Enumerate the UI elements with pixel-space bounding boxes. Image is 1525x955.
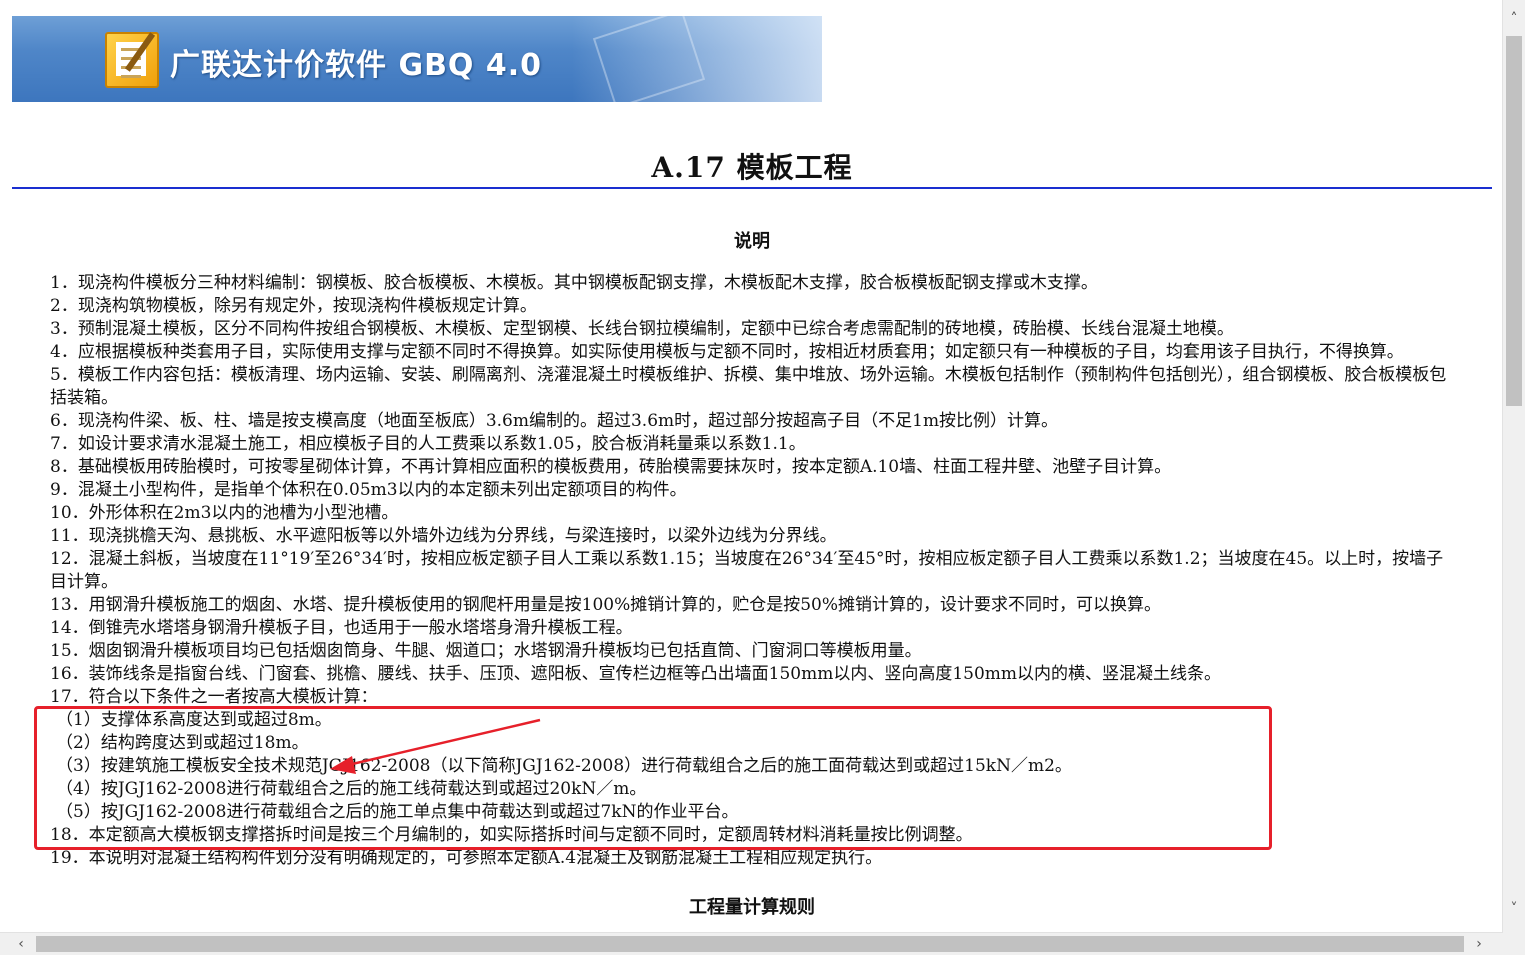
vertical-scroll-thumb[interactable]: [1506, 36, 1522, 406]
chevron-down-icon[interactable]: ˅: [1505, 900, 1523, 918]
annotation-arrow: [330, 718, 541, 774]
arrow-shaft: [347, 718, 541, 767]
horizontal-scroll-thumb[interactable]: [36, 936, 1464, 952]
arrow-head: [330, 756, 356, 774]
chevron-left-icon[interactable]: ‹: [12, 935, 30, 953]
horizontal-scrollbar[interactable]: ‹ ›: [0, 932, 1503, 955]
scrollbar-corner: [1503, 933, 1525, 955]
vertical-scrollbar[interactable]: ˄ ˅: [1502, 0, 1525, 933]
chevron-right-icon[interactable]: ›: [1470, 935, 1488, 953]
chevron-up-icon[interactable]: ˄: [1505, 10, 1523, 28]
